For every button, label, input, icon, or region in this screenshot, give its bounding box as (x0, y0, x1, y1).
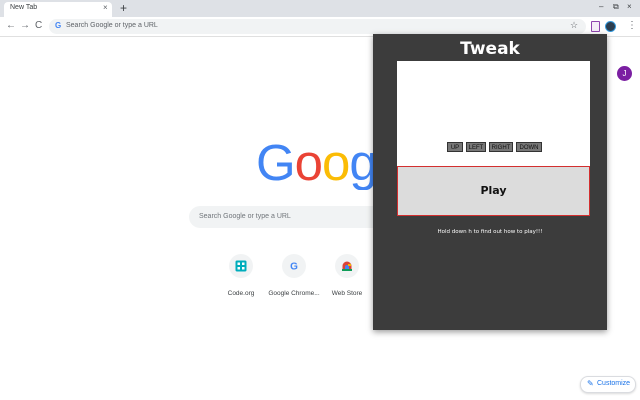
shortcut-label: Google Chrome... (268, 290, 320, 297)
chrome-menu-icon[interactable]: ⋮ (627, 20, 637, 31)
google-g-icon: G (282, 254, 306, 278)
restore-icon[interactable]: ⧉ (613, 2, 619, 12)
logo-letter: o (294, 136, 323, 190)
play-label: Play (480, 184, 507, 197)
forward-icon[interactable]: → (20, 20, 30, 32)
minimize-icon[interactable]: – (599, 2, 603, 11)
shortcut-label: Web Store (331, 290, 363, 297)
back-icon[interactable]: ← (6, 20, 16, 32)
address-bar[interactable]: G Search Google or type a URL ☆ (49, 19, 586, 34)
play-button[interactable]: Play (397, 166, 590, 216)
code-org-icon (229, 254, 253, 278)
tweak-extension-popup: Tweak UP LEFT RIGHT DOWN Play Hold down … (373, 34, 607, 330)
reload-icon[interactable]: C (35, 20, 42, 32)
shortcut-google-chrome[interactable]: G Google Chrome... (264, 254, 324, 297)
left-button[interactable]: LEFT (466, 142, 486, 152)
tab-strip: New Tab × + – ⧉ × (0, 0, 640, 17)
down-button[interactable]: DOWN (516, 142, 542, 152)
search-placeholder: Search Google or type a URL (199, 213, 291, 220)
shortcut-label: Code.org (227, 290, 255, 297)
popup-title: Tweak (460, 39, 520, 59)
address-bar-placeholder: Search Google or type a URL (66, 22, 158, 29)
shortcut-code-org[interactable]: Code.org (211, 254, 271, 297)
web-store-icon (335, 254, 359, 278)
logo-letter: o (322, 136, 350, 190)
google-logo: Google (256, 136, 384, 190)
right-button[interactable]: RIGHT (489, 142, 513, 152)
profile-icon[interactable] (605, 21, 616, 32)
tweak-extension-icon[interactable] (591, 21, 600, 32)
account-avatar[interactable]: J (617, 66, 632, 81)
tab-title: New Tab (10, 4, 38, 11)
tab-close-icon[interactable]: × (103, 3, 108, 12)
help-hint: Hold down h to find out how to play!!! (437, 229, 543, 235)
google-g-icon: G (55, 21, 62, 30)
pencil-icon: ✎ (587, 379, 594, 388)
direction-controls: UP LEFT RIGHT DOWN (447, 142, 542, 152)
tab-new-tab[interactable]: New Tab × (4, 2, 112, 17)
customize-button[interactable]: ✎ Customize (580, 376, 636, 393)
new-tab-button[interactable]: + (120, 1, 127, 15)
customize-label: Customize (597, 380, 631, 387)
up-button[interactable]: UP (447, 142, 463, 152)
bookmark-star-icon[interactable]: ☆ (570, 20, 578, 31)
game-canvas[interactable]: UP LEFT RIGHT DOWN (397, 61, 590, 166)
logo-letter: G (256, 136, 296, 190)
search-input[interactable]: Search Google or type a URL (189, 206, 389, 228)
svg-text:G: G (290, 262, 298, 273)
shortcut-web-store[interactable]: Web Store (317, 254, 377, 297)
close-window-icon[interactable]: × (627, 2, 632, 11)
